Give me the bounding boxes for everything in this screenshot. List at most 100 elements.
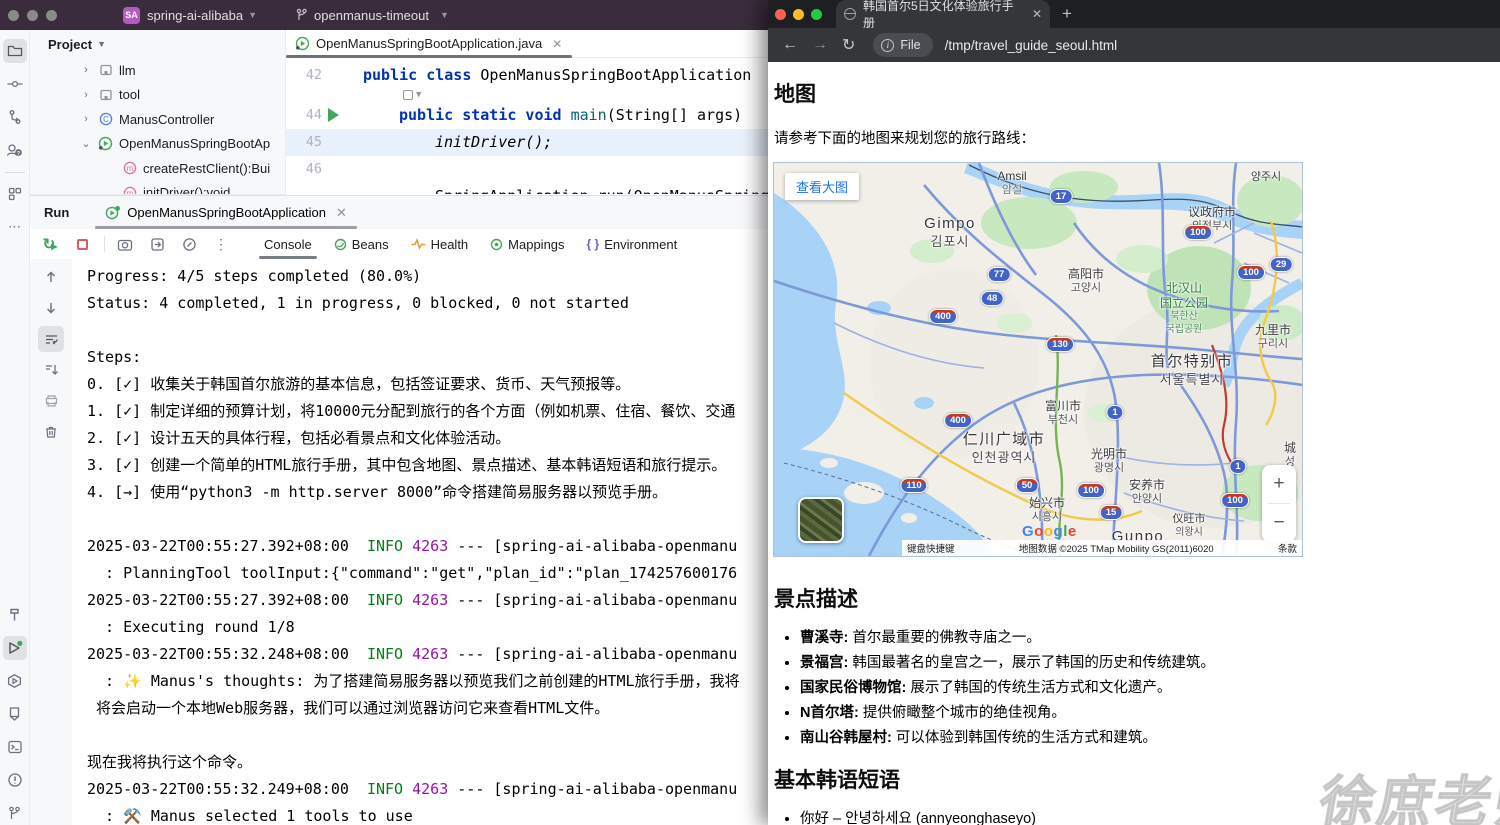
view-larger-map-button[interactable]: 查看大图 <box>785 173 859 200</box>
editor-tab[interactable]: OpenManusSpringBootApplication.java ✕ <box>286 30 572 57</box>
run-configuration-selector[interactable]: openmanus-timeout ▼ <box>295 8 449 23</box>
soft-wrap-toggle[interactable] <box>38 326 64 352</box>
project-panel-header[interactable]: Project ▼ <box>30 30 285 58</box>
back-button[interactable]: ← <box>782 36 798 54</box>
map-section-title: 地图 <box>774 78 1500 108</box>
expand-chevron-icon[interactable]: ⌄ <box>80 137 92 150</box>
window-controls[interactable] <box>8 10 65 21</box>
map-place-label: 北汉山国立公园북한산국립공원 <box>1160 281 1208 336</box>
git-tool-button[interactable] <box>3 801 27 825</box>
map-intro-text: 请参考下面的地图来规划您的旅行路线： <box>774 127 1500 148</box>
run-panel-header: Run OpenManusSpringBootApplication ✕ <box>30 196 768 229</box>
close-window-button[interactable] <box>8 10 19 21</box>
terminal-icon <box>7 739 23 755</box>
run-tool-button[interactable] <box>3 636 27 660</box>
rerun-button[interactable]: ↻▶ <box>38 233 62 255</box>
run-view-tab-health[interactable]: Health <box>402 229 478 259</box>
code-line: 44public static void main(String[] args) <box>286 102 768 129</box>
commit-tool-button[interactable] <box>3 72 27 96</box>
folder-icon <box>7 43 23 59</box>
forward-button[interactable]: → <box>812 36 828 54</box>
database-tool-button[interactable] <box>3 702 27 726</box>
structure-tool-button[interactable] <box>3 182 27 206</box>
run-tab[interactable]: OpenManusSpringBootApplication ✕ <box>99 196 353 229</box>
expand-chevron-icon[interactable]: › <box>80 113 92 125</box>
run-view-tab-mappings[interactable]: Mappings <box>481 229 573 259</box>
tab-favicon <box>844 8 856 20</box>
gutter-annotation-icon[interactable]: ▼ <box>403 88 421 102</box>
terminal-tool-button[interactable] <box>3 735 27 759</box>
tree-item-openmanusspringbootap[interactable]: ⌄OpenManusSpringBootAp <box>30 132 285 157</box>
minimize-window-button[interactable] <box>793 9 804 20</box>
reload-button[interactable]: ↻ <box>842 35 855 55</box>
run-view-tab-console[interactable]: Console <box>255 229 321 259</box>
tree-item-tool[interactable]: ›tool <box>30 83 285 108</box>
problems-tool-button[interactable] <box>3 768 27 792</box>
run-view-tabs: ConsoleBeansHealthMappings{ }Environment <box>255 229 686 259</box>
beans-icon <box>334 238 347 251</box>
expand-chevron-icon[interactable]: › <box>80 89 92 101</box>
satellite-layer-toggle[interactable] <box>798 497 844 543</box>
more-options-button[interactable]: ⋮ <box>209 233 233 255</box>
close-tab-icon[interactable]: ✕ <box>1032 7 1042 21</box>
tree-item-initdriver-void[interactable]: minitDriver():void <box>30 181 285 196</box>
tree-item-manuscontroller[interactable]: ›CManusController <box>30 107 285 132</box>
code-editor[interactable]: 42public class OpenManusSpringBootApplic… <box>286 58 768 194</box>
scroll-to-end-button[interactable] <box>38 357 64 383</box>
project-avatar[interactable]: SA <box>123 7 140 24</box>
soft-wrap-button[interactable] <box>145 233 169 255</box>
collaboration-tool-button[interactable]: ? <box>3 138 27 162</box>
console-side-toolbar <box>30 259 72 825</box>
map-zoom-control[interactable]: + − <box>1262 465 1296 542</box>
tree-item-llm[interactable]: ›llm <box>30 58 285 83</box>
console-line: 2025-03-22T00:55:27.392+08:00 INFO 4263 … <box>87 587 768 614</box>
health-icon <box>411 238 426 250</box>
more-tools-button[interactable]: ⋯ <box>3 215 27 239</box>
terms-link[interactable]: 条款 <box>1278 541 1297 555</box>
edit-configuration-button[interactable] <box>177 233 201 255</box>
users-help-icon: ? <box>6 142 23 158</box>
maximize-window-button[interactable] <box>811 9 822 20</box>
expand-chevron-icon[interactable]: › <box>80 64 92 76</box>
scroll-up-button[interactable] <box>38 264 64 290</box>
map-place-label: 양주시 <box>1251 171 1281 185</box>
spot-item: 曹溪寺: 首尔最重要的佛教寺庙之一。 <box>800 626 1500 651</box>
run-view-tab-environment[interactable]: { }Environment <box>578 229 687 259</box>
close-tab-icon[interactable]: ✕ <box>336 205 347 221</box>
close-window-button[interactable] <box>775 9 786 20</box>
route-shield: 400 <box>929 309 957 324</box>
tab-label: Environment <box>604 237 677 252</box>
browser-tabstrip: 韩国首尔5日文化体验旅行手册 ✕ + <box>768 0 1500 28</box>
browser-tab[interactable]: 韩国首尔5日文化体验旅行手册 ✕ <box>836 0 1050 28</box>
print-button[interactable] <box>38 388 64 414</box>
spot-item: 南山谷韩屋村: 可以体验到韩国传统的生活方式和建筑。 <box>800 726 1500 751</box>
zoom-in-button[interactable]: + <box>1262 465 1296 503</box>
route-shield: 17 <box>1050 189 1073 204</box>
url-scheme-chip[interactable]: i File <box>873 33 932 57</box>
tree-item-createrestclient-bui[interactable]: mcreateRestClient():Bui <box>30 156 285 181</box>
close-tab-icon[interactable]: ✕ <box>552 37 562 51</box>
ide-titlebar: SA spring-ai-alibaba ▼ openmanus-timeout… <box>0 0 768 30</box>
clear-console-button[interactable] <box>38 419 64 445</box>
stop-button[interactable] <box>70 233 94 255</box>
console-line: Status: 4 completed, 1 in progress, 0 bl… <box>87 290 768 317</box>
run-line-gutter-icon[interactable] <box>328 108 339 122</box>
vcs-branch-tool-button[interactable] <box>3 105 27 129</box>
run-view-tab-beans[interactable]: Beans <box>325 229 398 259</box>
maximize-window-button[interactable] <box>46 10 57 21</box>
keyboard-shortcuts-link[interactable]: 键盘快捷键 <box>907 541 955 555</box>
zoom-out-button[interactable]: − <box>1262 504 1296 542</box>
line-number: 46 <box>286 156 322 183</box>
embedded-map[interactable]: Amsil암실양주시Gimpo김포시议政府市의정부시高阳市고양시北汉山国立公园북… <box>773 162 1303 557</box>
services-tool-button[interactable] <box>3 669 27 693</box>
map-place-label: 富川市부천시 <box>1045 399 1081 428</box>
build-tool-button[interactable] <box>3 603 27 627</box>
address-bar[interactable]: /tmp/travel_guide_seoul.html <box>945 38 1118 53</box>
project-tool-button[interactable] <box>3 39 27 63</box>
minimize-window-button[interactable] <box>27 10 38 21</box>
new-tab-button[interactable]: + <box>1062 4 1072 24</box>
thread-dump-button[interactable] <box>113 233 137 255</box>
project-name[interactable]: spring-ai-alibaba <box>147 8 243 23</box>
console-output[interactable]: Progress: 4/5 steps completed (80.0%)Sta… <box>72 259 768 825</box>
scroll-down-button[interactable] <box>38 295 64 321</box>
